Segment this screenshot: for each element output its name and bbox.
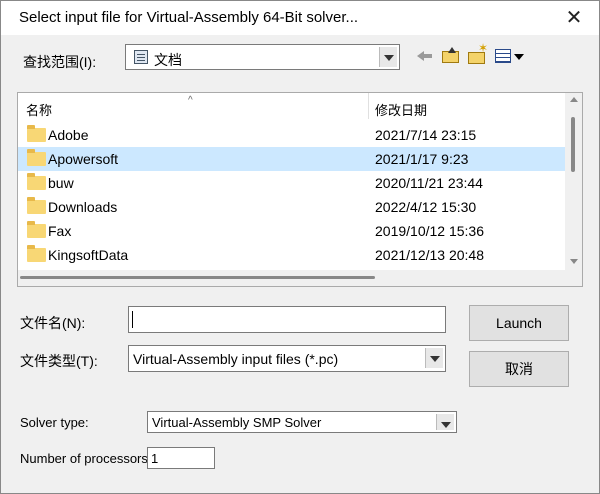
horizontal-scrollbar[interactable] (18, 270, 582, 286)
file-name: Apowersoft (48, 151, 119, 167)
folder-icon (27, 245, 46, 262)
chevron-down-icon[interactable] (425, 348, 443, 368)
file-open-dialog: Select input file for Virtual-Assembly 6… (0, 0, 600, 494)
cancel-button[interactable]: 取消 (469, 351, 569, 387)
folder-icon (27, 173, 46, 190)
scroll-thumb-horizontal[interactable] (20, 276, 375, 279)
folder-icon (27, 221, 46, 238)
title-bar: Select input file for Virtual-Assembly 6… (1, 1, 599, 35)
list-item[interactable]: Downloads 2022/4/12 15:30 (18, 195, 566, 219)
new-folder-icon[interactable] (467, 41, 489, 67)
sort-ascending-icon: ^ (188, 95, 193, 106)
file-type-dropdown[interactable]: Virtual-Assembly input files (*.pc) (128, 345, 446, 372)
up-one-level-icon[interactable] (441, 45, 461, 67)
scroll-up-icon[interactable] (570, 97, 578, 102)
file-name: KingsoftData (48, 247, 129, 263)
scroll-thumb[interactable] (571, 117, 575, 172)
file-name: Fax (48, 223, 72, 239)
documents-folder-icon (134, 50, 148, 64)
vertical-scrollbar[interactable] (565, 93, 582, 271)
dialog-title: Select input file for Virtual-Assembly 6… (19, 9, 359, 26)
processors-input[interactable]: 1 (147, 447, 215, 469)
list-item[interactable]: buw 2020/11/21 23:44 (18, 171, 566, 195)
file-name-input[interactable] (128, 306, 446, 333)
scroll-down-icon[interactable] (570, 259, 578, 264)
list-item[interactable]: KingsoftData 2021/12/13 20:48 (18, 243, 566, 267)
folder-icon (27, 197, 46, 214)
file-name-label: 文件名(N): (20, 315, 86, 331)
chevron-down-icon[interactable] (379, 47, 397, 67)
file-date: 2019/10/12 15:36 (375, 223, 484, 239)
file-name: buw (48, 175, 74, 191)
folder-icon (27, 125, 46, 142)
list-item[interactable]: Adobe 2021/7/14 23:15 (18, 123, 566, 147)
column-header-date[interactable]: 修改日期 (375, 100, 427, 119)
folder-icon (27, 149, 46, 166)
text-caret (132, 311, 133, 328)
look-in-dropdown[interactable]: 文档 (125, 44, 400, 70)
file-date: 2021/12/13 20:48 (375, 247, 484, 263)
file-type-value: Virtual-Assembly input files (*.pc) (133, 351, 339, 367)
view-menu-icon[interactable] (493, 45, 527, 67)
solver-type-label: Solver type: (20, 415, 89, 430)
processors-label: Number of processors= (20, 451, 156, 466)
file-type-label: 文件类型(T): (20, 353, 98, 369)
file-date: 2020/11/21 23:44 (375, 175, 483, 191)
file-date: 2021/7/14 23:15 (375, 127, 477, 143)
column-divider[interactable] (368, 93, 369, 119)
list-item[interactable]: Apowersoft 2021/1/17 9:23 (18, 147, 566, 171)
look-in-value: 文档 (154, 52, 182, 68)
file-name: Adobe (48, 127, 89, 143)
solver-type-value: Virtual-Assembly SMP Solver (152, 415, 322, 430)
back-icon[interactable] (415, 45, 435, 67)
column-header: 名称 ^ 修改日期 (18, 93, 566, 121)
launch-button[interactable]: Launch (469, 305, 569, 341)
list-item[interactable]: Fax 2019/10/12 15:36 (18, 219, 566, 243)
solver-type-dropdown[interactable]: Virtual-Assembly SMP Solver (147, 411, 457, 433)
look-in-label: 查找范围(I): (23, 54, 97, 70)
close-icon[interactable]: ✕ (563, 7, 585, 29)
file-date: 2022/4/12 15:30 (375, 199, 477, 215)
chevron-down-icon[interactable] (436, 414, 454, 430)
file-date: 2021/1/17 9:23 (375, 151, 469, 167)
file-name: Downloads (48, 199, 118, 215)
column-header-name[interactable]: 名称 (26, 100, 52, 119)
file-list[interactable]: 名称 ^ 修改日期 Adobe 2021/7/14 23:15 Apowerso… (17, 92, 583, 287)
